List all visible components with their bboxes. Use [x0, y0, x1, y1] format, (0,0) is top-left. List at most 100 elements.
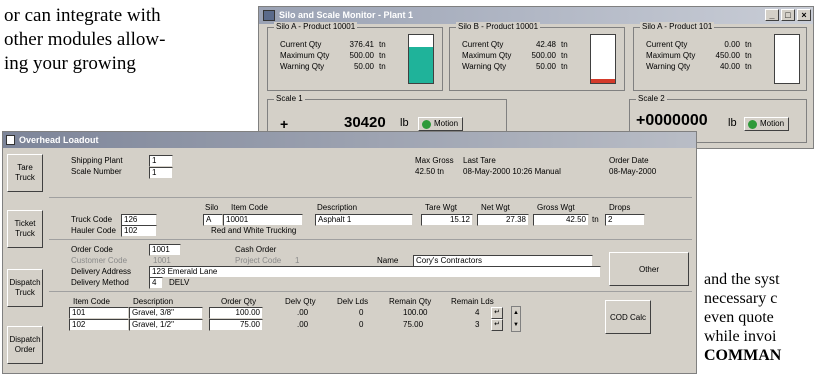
delivery-address-field[interactable]: 123 Emerald Lane	[149, 266, 601, 278]
maximum-qty: 450.00	[715, 51, 740, 60]
app-icon	[263, 10, 275, 21]
order-section: Order Code 1001 Cash Order Customer Code…	[49, 242, 692, 292]
last-tare-label: Last Tare	[463, 156, 496, 165]
drops-field[interactable]: 2	[605, 214, 645, 226]
gross-wgt-field[interactable]: 42.50	[533, 214, 589, 226]
row-remain-qty: 100.00	[403, 308, 428, 317]
description-field[interactable]: Asphalt 1	[315, 214, 413, 226]
scale-number-label: Scale Number	[71, 167, 122, 176]
silo-panel: Silo A - Product 10001 Current Qty 376.41…	[267, 22, 443, 91]
unit: tn	[745, 40, 752, 49]
cod-calc-button[interactable]: COD Calc	[605, 300, 651, 334]
shipping-plant-field[interactable]: 1	[149, 155, 173, 167]
customer-code-value: 1001	[153, 256, 171, 265]
motion-button[interactable]: Motion	[418, 117, 464, 131]
gross-unit: tn	[592, 215, 599, 224]
delivery-method-code-field[interactable]: 4	[149, 277, 163, 289]
project-code-value: 1	[295, 256, 300, 265]
current-qty: 0.00	[724, 40, 740, 49]
return-icon[interactable]: ↵	[491, 319, 503, 331]
silo-level-fill	[591, 79, 615, 83]
current-qty-label: Current Qty	[462, 40, 504, 49]
title-bar[interactable]: Overhead Loadout	[3, 132, 696, 148]
name-label: Name	[377, 256, 399, 265]
last-tare-value: 08-May-2000 10:26 Manual	[463, 167, 561, 176]
grid-header: Delv Lds	[337, 297, 369, 306]
item-code-field[interactable]: 10001	[223, 214, 303, 226]
body-text-right: and the syst necessary c even quote whil…	[704, 270, 781, 365]
order-code-label: Order Code	[71, 245, 113, 254]
grid-header: Remain Lds	[451, 297, 494, 306]
scale-unit: lb	[400, 117, 409, 129]
tare-wgt-label: Tare Wgt	[425, 203, 458, 212]
tare-wgt-field[interactable]: 15.12	[421, 214, 473, 226]
truck-section: Silo Item Code Description Tare Wgt Net …	[49, 200, 692, 240]
document-icon	[6, 135, 15, 145]
description-label: Description	[317, 203, 358, 212]
unit: tn	[379, 62, 386, 71]
silo-scale-monitor-window: Silo and Scale Monitor - Plant 1 _ □ × S…	[258, 6, 814, 149]
unit: tn	[561, 51, 568, 60]
silo-level-gauge	[774, 34, 800, 84]
drops-label: Drops	[609, 203, 631, 212]
unit: tn	[745, 51, 752, 60]
dispatch-truck-button[interactable]: Dispatch Truck	[7, 269, 43, 307]
delivery-method-label: Delivery Method	[71, 278, 129, 287]
warning-qty: 50.00	[535, 62, 556, 71]
plant-section: Shipping Plant 1 Scale Number 1 Max Gros…	[49, 152, 692, 198]
unit: tn	[379, 40, 386, 49]
minimize-button[interactable]: _	[765, 9, 779, 21]
unit: tn	[745, 62, 752, 71]
tare-truck-button[interactable]: Tare Truck	[7, 154, 43, 192]
maximum-qty: 500.00	[531, 51, 556, 60]
cash-order-label: Cash Order	[235, 245, 277, 254]
hauler-name: Red and White Trucking	[211, 226, 297, 235]
close-button[interactable]: ×	[797, 9, 811, 21]
text-line: and the syst	[704, 271, 780, 288]
current-qty-label: Current Qty	[646, 40, 688, 49]
row-order-qty[interactable]: 100.00	[209, 307, 263, 319]
window-title: Silo and Scale Monitor - Plant 1	[279, 10, 414, 20]
item-code-label: Item Code	[231, 203, 268, 212]
maximum-qty-label: Maximum Qty	[646, 51, 696, 60]
grid-header: Item Code	[73, 297, 110, 306]
row-order-qty[interactable]: 75.00	[209, 319, 263, 331]
other-button[interactable]: Other	[609, 252, 689, 286]
return-icon[interactable]: ↵	[491, 307, 503, 319]
hauler-code-field[interactable]: 102	[121, 225, 157, 237]
silo-level-fill	[409, 47, 433, 83]
project-code-label: Project Code	[235, 256, 282, 265]
order-code-field[interactable]: 1001	[149, 244, 181, 256]
silo-panel-title: Silo A - Product 101	[640, 22, 715, 31]
warning-qty-label: Warning Qty	[462, 62, 507, 71]
scale-unit: lb	[728, 117, 737, 129]
row-description[interactable]: Gravel, 1/2"	[129, 319, 203, 331]
row-remain-lds: 4	[475, 308, 480, 317]
maximum-qty-label: Maximum Qty	[462, 51, 512, 60]
text-line: while invoi	[704, 328, 777, 345]
row-description[interactable]: Gravel, 3/8"	[129, 307, 203, 319]
scale-number-field[interactable]: 1	[149, 167, 173, 179]
dispatch-order-button[interactable]: Dispatch Order	[7, 326, 43, 364]
scale-weight: 30420	[344, 114, 386, 131]
silo-panel-title: Silo A - Product 10001	[274, 22, 358, 31]
row-item-code[interactable]: 101	[69, 307, 129, 319]
ticket-truck-button[interactable]: Ticket Truck	[7, 210, 43, 248]
max-gross-value: 42.50 tn	[415, 167, 444, 176]
maximize-button[interactable]: □	[781, 9, 795, 21]
hauler-code-label: Hauler Code	[71, 226, 116, 235]
row-remain-lds: 3	[475, 320, 480, 329]
motion-button[interactable]: Motion	[744, 117, 790, 131]
silo-field[interactable]: A	[203, 214, 223, 226]
silo-level-gauge	[408, 34, 434, 84]
warning-qty-label: Warning Qty	[646, 62, 691, 71]
silo-panel-title: Silo B - Product 10001	[456, 22, 541, 31]
row-delv-qty: .00	[297, 308, 309, 317]
net-wgt-field[interactable]: 27.38	[477, 214, 529, 226]
warning-qty: 50.00	[353, 62, 374, 71]
text-line: other modules allow-	[4, 29, 166, 50]
row-item-code[interactable]: 102	[69, 319, 129, 331]
grid-header: Description	[133, 297, 174, 306]
current-qty-label: Current Qty	[280, 40, 322, 49]
scroll-arrows-icon[interactable]: ▲ ▼	[511, 306, 521, 332]
